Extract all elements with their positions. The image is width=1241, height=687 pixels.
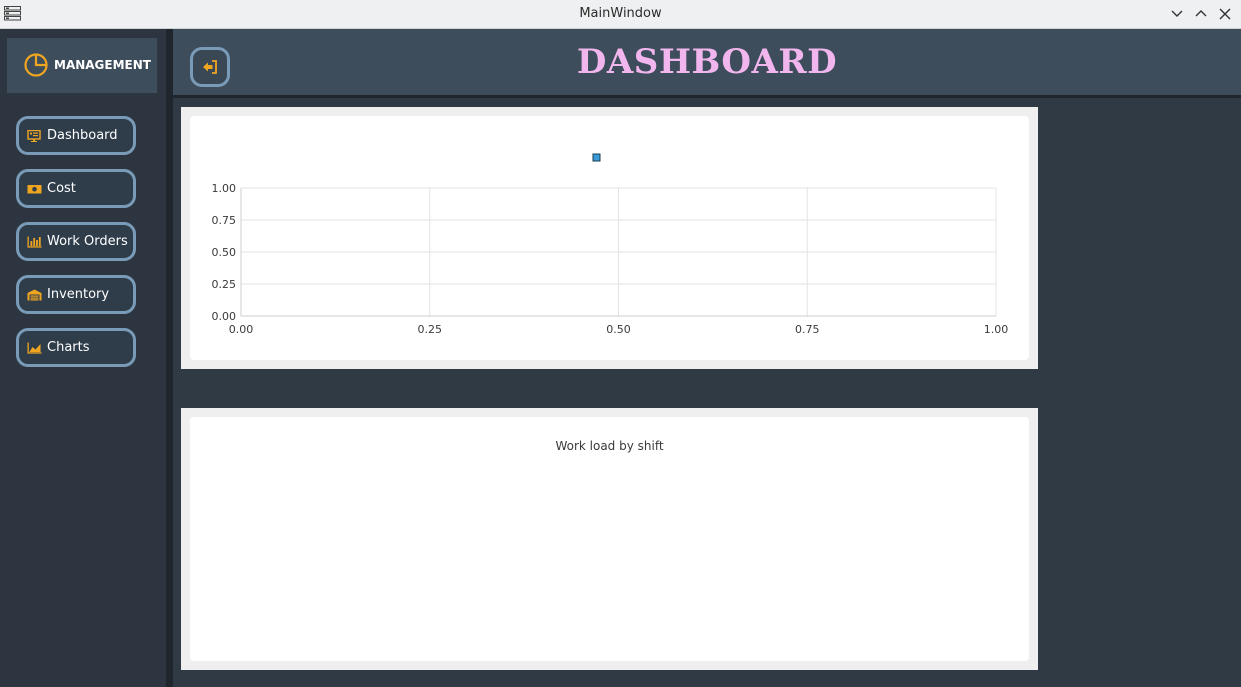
sidebar-item-dashboard[interactable]: Dashboard: [16, 116, 136, 155]
chart-title: Work load by shift: [555, 439, 664, 453]
scatter-chart: 0.00 0.25 0.50 0.75 1.00 0.00 0.25 0.50 0.75 1.00: [212, 153, 1009, 336]
window-title: MainWindow: [579, 6, 662, 21]
close-icon[interactable]: [1217, 6, 1233, 22]
brand: MANAGEMENT: [7, 38, 157, 93]
page-title: DASHBOARD: [576, 42, 838, 82]
header: DASHBOARD: [173, 29, 1241, 95]
money-bill-icon: [27, 185, 42, 194]
main-content: 0.00 0.25 0.50 0.75 1.00 0.00 0.25 0.50 0.75 1.00…: [173, 98, 1241, 687]
x-tick-label: 0.75: [795, 323, 820, 336]
sidebar-item-label: Work Orders: [47, 234, 128, 249]
y-tick-label: 1.00: [212, 182, 237, 195]
monitor-chart-icon: [27, 130, 41, 142]
y-tick-label: 0.50: [212, 246, 237, 259]
area-chart-icon: [27, 342, 42, 354]
workload-chart-card: Work load by shift: [190, 417, 1029, 661]
pie-chart-icon: [24, 53, 48, 77]
scatter-chart-panel: 0.00 0.25 0.50 0.75 1.00 0.00 0.25 0.50 0.75 1.00: [181, 107, 1038, 369]
sidebar-item-label: Dashboard: [47, 128, 118, 143]
brand-label: MANAGEMENT: [54, 58, 151, 72]
bar-chart-icon: [27, 236, 42, 248]
y-tick-label: 0.00: [212, 310, 237, 323]
scatter-chart-card: 0.00 0.25 0.50 0.75 1.00 0.00 0.25 0.50 0.75 1.00: [190, 116, 1029, 360]
sidebar-item-label: Cost: [47, 181, 76, 196]
legend-marker: [592, 153, 601, 162]
sidebar-item-cost[interactable]: Cost: [16, 169, 136, 208]
x-tick-label: 0.00: [229, 323, 254, 336]
x-tick-label: 1.00: [984, 323, 1009, 336]
minimize-icon[interactable]: [1169, 6, 1185, 22]
maximize-icon[interactable]: [1193, 6, 1209, 22]
sidebar-item-work-orders[interactable]: Work Orders: [16, 222, 136, 261]
x-tick-label: 0.50: [606, 323, 631, 336]
sidebar-divider: [166, 29, 173, 687]
y-tick-label: 0.75: [212, 214, 237, 227]
sidebar-item-inventory[interactable]: Inventory: [16, 275, 136, 314]
workload-chart-panel: Work load by shift: [181, 408, 1038, 670]
sidebar: MANAGEMENT Dashboard Cost Work Orders In…: [0, 29, 166, 687]
sidebar-item-label: Charts: [47, 340, 90, 355]
x-tick-label: 0.25: [418, 323, 443, 336]
warehouse-icon: [27, 289, 42, 301]
sidebar-item-charts[interactable]: Charts: [16, 328, 136, 367]
y-tick-label: 0.25: [212, 278, 237, 291]
sidebar-item-label: Inventory: [47, 287, 110, 302]
window-titlebar: MainWindow: [0, 0, 1241, 29]
